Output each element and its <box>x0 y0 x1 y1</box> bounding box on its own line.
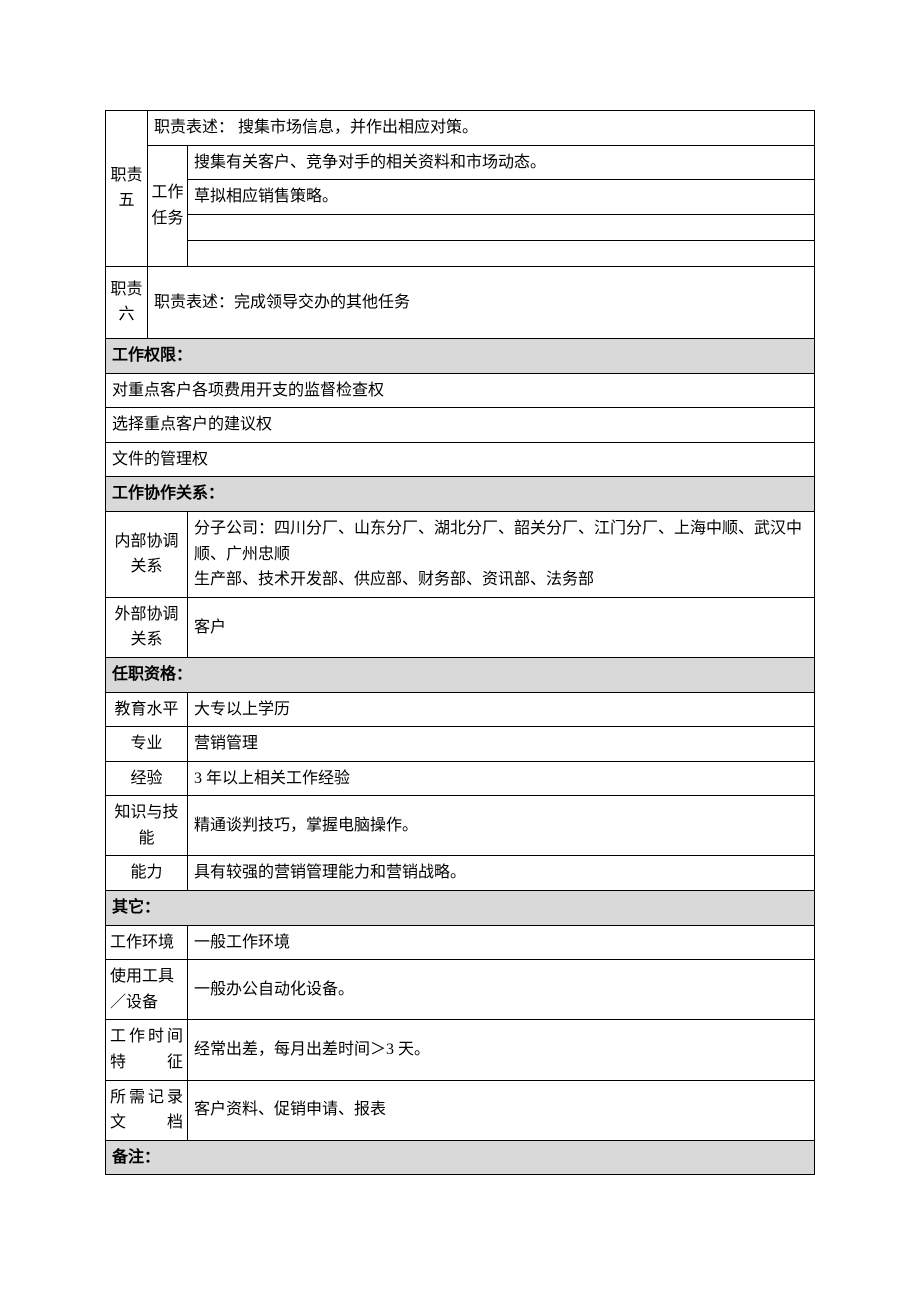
duty5-task1-row: 工作任务 搜集有关客户、竞争对手的相关资料和市场动态。 <box>106 145 815 180</box>
duty5-task3 <box>188 214 815 240</box>
authority-row-2: 选择重点客户的建议权 <box>106 408 815 443</box>
qual-header-row: 任职资格： <box>106 657 815 692</box>
job-spec-table: 职责五 职责表述： 搜集市场信息，并作出相应对策。 工作任务 搜集有关客户、竞争… <box>105 110 815 1175</box>
coord-external-label: 外部协调关系 <box>106 597 188 657</box>
other-doc-label: 所需记录文档 <box>106 1080 188 1140</box>
duty5-task2: 草拟相应销售策略。 <box>188 180 815 215</box>
qual-major-row: 专业 营销管理 <box>106 727 815 762</box>
remark-header: 备注： <box>106 1140 815 1175</box>
other-header-row: 其它： <box>106 891 815 926</box>
other-doc: 客户资料、促销申请、报表 <box>188 1080 815 1140</box>
other-doc-row: 所需记录文档 客户资料、促销申请、报表 <box>106 1080 815 1140</box>
coord-internal: 分子公司：四川分厂、山东分厂、湖北分厂、韶关分厂、江门分厂、上海中顺、武汉中顺、… <box>188 511 815 597</box>
duty6-label: 职责六 <box>106 266 148 338</box>
coord-header: 工作协作关系： <box>106 477 815 512</box>
remark-header-row: 备注： <box>106 1140 815 1175</box>
duty5-task2-row: 草拟相应销售策略。 <box>106 180 815 215</box>
authority-3: 文件的管理权 <box>106 442 815 477</box>
qual-ability-label: 能力 <box>106 856 188 891</box>
coord-internal-row: 内部协调关系 分子公司：四川分厂、山东分厂、湖北分厂、韶关分厂、江门分厂、上海中… <box>106 511 815 597</box>
other-tool: 一般办公自动化设备。 <box>188 960 815 1020</box>
other-time-row: 工作时间特征 经常出差，每月出差时间＞3 天。 <box>106 1020 815 1080</box>
duty5-task4-row <box>106 240 815 266</box>
qual-major-label: 专业 <box>106 727 188 762</box>
coord-external-row: 外部协调关系 客户 <box>106 597 815 657</box>
other-env-label: 工作环境 <box>106 925 188 960</box>
duty5-desc-label: 职责表述： <box>154 119 234 136</box>
duty6-desc: 职责表述：完成领导交办的其他任务 <box>148 266 815 338</box>
authority-2: 选择重点客户的建议权 <box>106 408 815 443</box>
other-time: 经常出差，每月出差时间＞3 天。 <box>188 1020 815 1080</box>
qual-ability: 具有较强的营销管理能力和营销战略。 <box>188 856 815 891</box>
qual-skill: 精通谈判技巧，掌握电脑操作。 <box>188 796 815 856</box>
other-header: 其它： <box>106 891 815 926</box>
qual-edu-row: 教育水平 大专以上学历 <box>106 692 815 727</box>
qual-exp-label: 经验 <box>106 761 188 796</box>
other-time-label: 工作时间特征 <box>106 1020 188 1080</box>
duty5-task4 <box>188 240 815 266</box>
qual-exp: 3 年以上相关工作经验 <box>188 761 815 796</box>
duty5-task3-row <box>106 214 815 240</box>
duty5-label: 职责五 <box>106 111 148 267</box>
qual-header: 任职资格： <box>106 657 815 692</box>
authority-row-3: 文件的管理权 <box>106 442 815 477</box>
duty5-desc-row: 职责五 职责表述： 搜集市场信息，并作出相应对策。 <box>106 111 815 146</box>
authority-header-row: 工作权限： <box>106 338 815 373</box>
duty5-desc: 职责表述： 搜集市场信息，并作出相应对策。 <box>148 111 815 146</box>
other-env: 一般工作环境 <box>188 925 815 960</box>
other-tool-label: 使用工具／设备 <box>106 960 188 1020</box>
duty5-desc-text: 搜集市场信息，并作出相应对策。 <box>234 119 478 136</box>
qual-skill-label: 知识与技能 <box>106 796 188 856</box>
qual-ability-row: 能力 具有较强的营销管理能力和营销战略。 <box>106 856 815 891</box>
qual-exp-row: 经验 3 年以上相关工作经验 <box>106 761 815 796</box>
authority-header: 工作权限： <box>106 338 815 373</box>
qual-edu: 大专以上学历 <box>188 692 815 727</box>
duty5-task1: 搜集有关客户、竞争对手的相关资料和市场动态。 <box>188 145 815 180</box>
qual-edu-label: 教育水平 <box>106 692 188 727</box>
document-page: 职责五 职责表述： 搜集市场信息，并作出相应对策。 工作任务 搜集有关客户、竞争… <box>0 0 920 1175</box>
duty6-row: 职责六 职责表述：完成领导交办的其他任务 <box>106 266 815 338</box>
authority-row-1: 对重点客户各项费用开支的监督检查权 <box>106 373 815 408</box>
qual-major: 营销管理 <box>188 727 815 762</box>
other-env-row: 工作环境 一般工作环境 <box>106 925 815 960</box>
authority-1: 对重点客户各项费用开支的监督检查权 <box>106 373 815 408</box>
duty5-task-label: 工作任务 <box>148 145 188 266</box>
coord-internal-label: 内部协调关系 <box>106 511 188 597</box>
qual-skill-row: 知识与技能 精通谈判技巧，掌握电脑操作。 <box>106 796 815 856</box>
coord-external: 客户 <box>188 597 815 657</box>
other-tool-row: 使用工具／设备 一般办公自动化设备。 <box>106 960 815 1020</box>
coord-header-row: 工作协作关系： <box>106 477 815 512</box>
